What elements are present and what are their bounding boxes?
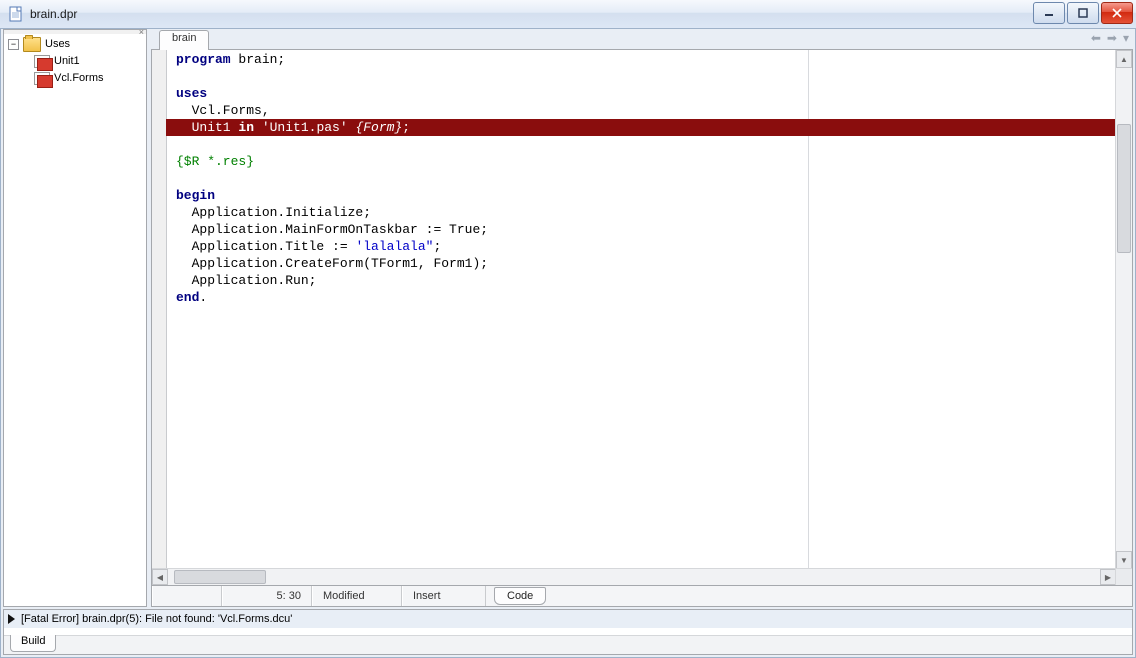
tree-item-unit1[interactable]: Unit1 xyxy=(8,53,146,69)
file-tabs-row: brain ⬅ ➡ ▾ xyxy=(151,29,1133,49)
window-title: brain.dpr xyxy=(30,7,77,21)
code-line[interactable]: Application.CreateForm(TForm1, Form1); xyxy=(176,255,1116,272)
code-line-error[interactable]: Unit1 in 'Unit1.pas' {Form}; xyxy=(166,119,1116,136)
nav-forward-icon[interactable]: ➡ xyxy=(1107,31,1117,45)
code-line[interactable] xyxy=(176,136,1116,153)
code-line[interactable]: Application.Initialize; xyxy=(176,204,1116,221)
tree-item-label: Vcl.Forms xyxy=(54,72,104,84)
panel-close-icon[interactable]: × xyxy=(139,27,144,37)
maximize-button[interactable] xyxy=(1067,2,1099,24)
main-row: × − Uses Unit1 Vcl.Forms bra xyxy=(1,29,1135,609)
view-tab-code[interactable]: Code xyxy=(494,587,546,605)
code-line[interactable]: program brain; xyxy=(176,51,1116,68)
scroll-corner xyxy=(1115,568,1132,585)
code-line[interactable]: begin xyxy=(176,187,1116,204)
code-line[interactable] xyxy=(176,68,1116,85)
nav-arrows: ⬅ ➡ ▾ xyxy=(1091,31,1129,45)
unit-icon xyxy=(34,72,50,85)
scroll-down-icon[interactable]: ▼ xyxy=(1116,551,1132,569)
code-line[interactable]: uses xyxy=(176,85,1116,102)
messages-tab-build[interactable]: Build xyxy=(10,635,56,652)
code-line[interactable]: {$R *.res} xyxy=(176,153,1116,170)
code-line[interactable]: end. xyxy=(176,289,1116,306)
messages-pane: [Fatal Error] brain.dpr(5): File not fou… xyxy=(3,609,1133,655)
vertical-scrollbar[interactable]: ▲ ▼ xyxy=(1115,50,1132,569)
code-line[interactable]: Application.Title := 'lalalala"; xyxy=(176,238,1116,255)
play-icon xyxy=(8,614,15,624)
file-tab-brain[interactable]: brain xyxy=(159,30,209,50)
status-modified: Modified xyxy=(312,586,402,606)
nav-dropdown-icon[interactable]: ▾ xyxy=(1123,31,1129,45)
tree-item-label: Unit1 xyxy=(54,55,80,67)
scroll-thumb[interactable] xyxy=(174,570,266,584)
message-text: [Fatal Error] brain.dpr(5): File not fou… xyxy=(21,613,292,625)
structure-panel: × − Uses Unit1 Vcl.Forms xyxy=(3,29,147,607)
unit-icon xyxy=(34,55,50,68)
title-bar: brain.dpr xyxy=(0,0,1136,29)
panel-grip[interactable]: × xyxy=(4,30,146,34)
nav-back-icon[interactable]: ⬅ xyxy=(1091,31,1101,45)
message-row-error[interactable]: [Fatal Error] brain.dpr(5): File not fou… xyxy=(4,610,1132,628)
tree-root-uses[interactable]: − Uses xyxy=(8,36,146,52)
editor-frame: program brain; uses Vcl.Forms, Unit1 in … xyxy=(151,49,1133,586)
status-insert-mode: Insert xyxy=(402,586,486,606)
horizontal-scrollbar[interactable]: ◀ ▶ xyxy=(152,568,1116,585)
code-line[interactable] xyxy=(176,170,1116,187)
folder-icon xyxy=(23,37,41,52)
scroll-right-icon[interactable]: ▶ xyxy=(1100,569,1116,585)
collapse-icon[interactable]: − xyxy=(8,39,19,50)
messages-list[interactable]: [Fatal Error] brain.dpr(5): File not fou… xyxy=(4,610,1132,635)
document-icon xyxy=(8,6,24,22)
status-cursor-pos: 5: 30 xyxy=(222,586,312,606)
minimize-button[interactable] xyxy=(1033,2,1065,24)
tree-item-vclforms[interactable]: Vcl.Forms xyxy=(8,70,146,86)
editor-area: brain ⬅ ➡ ▾ program brain; uses Vcl.Form… xyxy=(151,29,1133,607)
code-area[interactable]: program brain; uses Vcl.Forms, Unit1 in … xyxy=(152,50,1132,585)
scroll-left-icon[interactable]: ◀ xyxy=(152,569,168,585)
code-lines[interactable]: program brain; uses Vcl.Forms, Unit1 in … xyxy=(166,50,1116,569)
uses-tree[interactable]: − Uses Unit1 Vcl.Forms xyxy=(4,34,146,606)
messages-tabs: Build xyxy=(4,635,1132,654)
editor-status-bar: 5: 30 Modified Insert Code xyxy=(151,586,1133,607)
gutter xyxy=(152,50,167,569)
close-button[interactable] xyxy=(1101,2,1133,24)
workspace: × − Uses Unit1 Vcl.Forms bra xyxy=(0,28,1136,658)
status-cell-blank xyxy=(152,586,222,606)
code-line[interactable]: Application.MainFormOnTaskbar := True; xyxy=(176,221,1116,238)
code-line[interactable]: Vcl.Forms, xyxy=(176,102,1116,119)
scroll-thumb[interactable] xyxy=(1117,124,1131,253)
window-controls xyxy=(1033,2,1133,24)
code-line[interactable]: Application.Run; xyxy=(176,272,1116,289)
tree-root-label: Uses xyxy=(45,38,70,50)
